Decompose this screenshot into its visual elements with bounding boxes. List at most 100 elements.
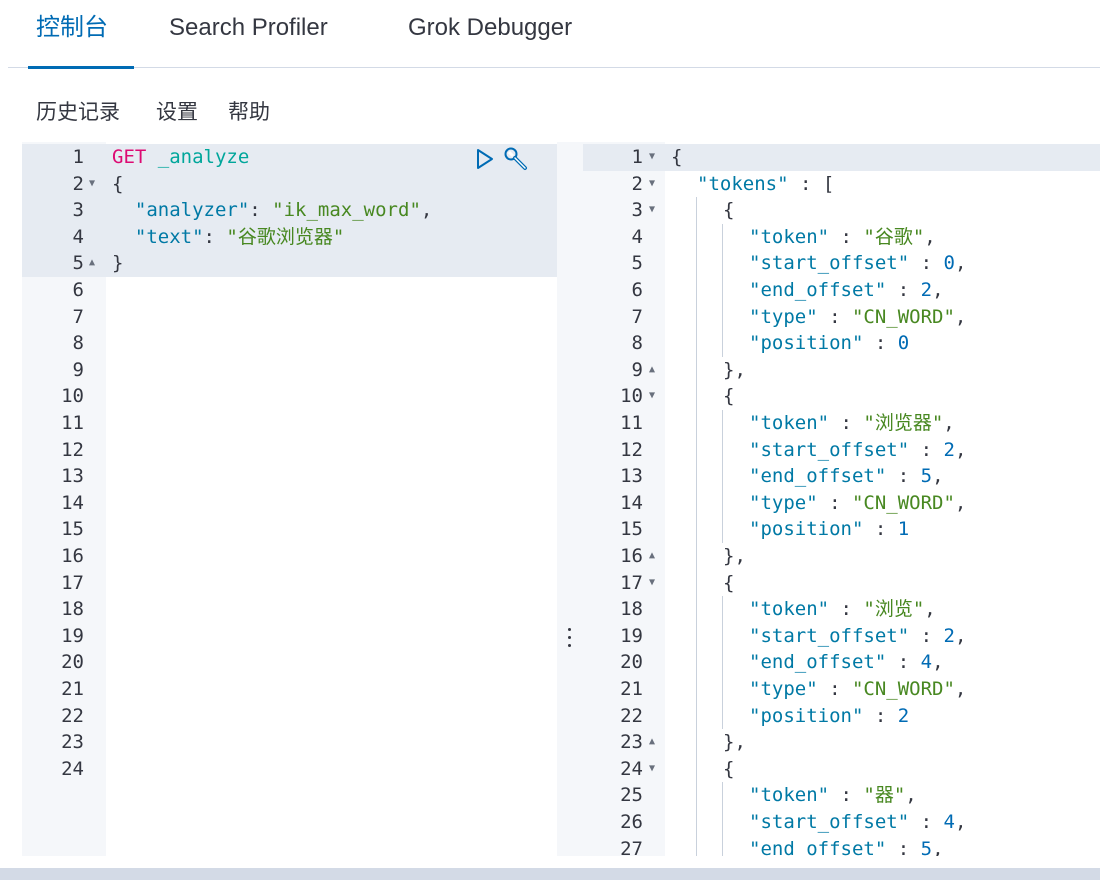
tab-grok-debugger[interactable]: Grok Debugger <box>408 0 572 68</box>
wrench-icon[interactable] <box>503 146 531 172</box>
line-number: 6 <box>631 279 643 301</box>
line-number: 12 <box>61 438 84 461</box>
response-line: }, <box>723 543 746 570</box>
indent-guide <box>722 782 723 856</box>
line-number: 6 <box>72 279 84 301</box>
play-icon[interactable] <box>475 148 495 170</box>
token-value: "器" <box>863 784 906 807</box>
response-row: 25 <box>583 782 665 809</box>
request-row: 22 <box>22 703 106 730</box>
fold-down-icon[interactable]: ▼ <box>649 756 655 783</box>
end_offset-value: 2 <box>920 279 933 301</box>
line-number: 19 <box>61 624 84 647</box>
request-row: 17 <box>22 570 106 597</box>
end_offset-value: 4 <box>920 651 933 674</box>
indent-guide <box>696 197 697 856</box>
line-number: 8 <box>72 332 84 355</box>
punctuation: , <box>943 412 955 434</box>
punctuation: , <box>905 784 917 807</box>
analyzer-value: "ik_max_word" <box>272 199 421 222</box>
line-number: 9 <box>72 358 84 381</box>
line-number: 7 <box>72 305 84 328</box>
start_offset-value: 4 <box>943 811 955 833</box>
response-line: "end_offset" : 4, <box>749 649 944 676</box>
request-row: 12 <box>22 437 106 464</box>
fold-up-icon[interactable]: ▲ <box>649 729 655 756</box>
top-tab-bar: 控制台 Search Profiler Grok Debugger <box>8 0 1100 69</box>
position-key: "position" <box>749 518 864 541</box>
response-line: }, <box>723 729 746 756</box>
type-key: "type" <box>749 678 818 700</box>
response-row: 24 ▼ <box>583 756 665 783</box>
response-line: { <box>671 144 682 171</box>
token-key: "token" <box>749 598 830 621</box>
position-value: 1 <box>897 518 910 541</box>
request-row: 16 <box>22 543 106 570</box>
punctuation: : <box>817 491 852 514</box>
tab-search-profiler[interactable]: Search Profiler <box>169 0 328 68</box>
response-row: 8 <box>583 330 665 357</box>
line-number: 27 <box>620 837 643 856</box>
response-row: 21 <box>583 676 665 703</box>
punctuation: : <box>909 252 944 275</box>
fold-down-icon[interactable]: ▼ <box>89 171 95 198</box>
pane-splitter[interactable] <box>557 142 583 856</box>
fold-up-icon[interactable]: ▲ <box>649 543 655 570</box>
punctuation: : [ <box>788 172 835 195</box>
response-row: 27 <box>583 836 665 856</box>
tokens-key: "tokens" <box>697 172 789 195</box>
response-row: 9 ▲ <box>583 357 665 384</box>
punctuation: , <box>924 225 936 248</box>
response-line: { <box>723 383 734 410</box>
punctuation: : <box>909 811 944 833</box>
response-line: { <box>723 756 734 783</box>
start_offset-key: "start_offset" <box>749 252 910 275</box>
line-number: 5 <box>72 252 84 275</box>
response-line: "token" : "浏览器", <box>749 410 955 437</box>
fold-up-icon[interactable]: ▲ <box>649 357 655 384</box>
position-value: 0 <box>897 332 910 355</box>
fold-down-icon[interactable]: ▼ <box>649 144 655 171</box>
response-line: }, <box>723 357 746 384</box>
request-row: 19 <box>22 623 106 650</box>
request-row: 7 <box>22 304 106 331</box>
fold-down-icon[interactable]: ▼ <box>649 171 655 198</box>
horizontal-scrollbar[interactable] <box>0 868 1100 880</box>
line-number: 24 <box>620 757 643 780</box>
fold-down-icon[interactable]: ▼ <box>649 570 655 597</box>
line-number: 19 <box>620 624 643 647</box>
line-number: 5 <box>631 252 643 275</box>
fold-down-icon[interactable]: ▼ <box>649 197 655 224</box>
help-menu-item[interactable]: 帮助 <box>228 96 270 126</box>
brace-close: }, <box>723 358 746 381</box>
brace-close: }, <box>723 545 746 567</box>
punctuation: : <box>829 598 864 621</box>
request-editor[interactable]: 1 2 ▼ 3 4 5 ▲ 6 7 8 9 10 11 12 13 14 15 16 17 18 19 20 21 22 23 2… <box>22 142 557 856</box>
punctuation: : <box>886 651 921 674</box>
tab-console[interactable]: 控制台 <box>28 0 134 69</box>
end_offset-value: 5 <box>920 837 933 856</box>
end_offset-key: "end_offset" <box>749 837 887 856</box>
settings-menu-item[interactable]: 设置 <box>156 96 198 126</box>
request-line-3: "analyzer": "ik_max_word", <box>134 199 433 222</box>
line-number: 4 <box>72 225 84 248</box>
fold-up-icon[interactable]: ▲ <box>89 250 95 277</box>
response-row: 20 <box>583 649 665 676</box>
end_offset-value: 5 <box>920 465 933 488</box>
line-number: 1 <box>72 146 84 168</box>
start_offset-value: 2 <box>943 624 955 647</box>
line-number: 22 <box>61 704 84 727</box>
response-row: 5 <box>583 250 665 277</box>
drag-handle-icon[interactable] <box>568 628 572 650</box>
history-menu-item[interactable]: 历史记录 <box>36 96 120 126</box>
punctuation: , <box>954 305 967 328</box>
response-row: 19 <box>583 623 665 650</box>
response-editor[interactable]: 1 ▼ 2 ▼ 3 ▼ 4 5 6 7 8 9 ▲ 10 ▼ 11 12 13 14 15 16 ▲ 17 ▼ 18 19 20 21… <box>583 142 1100 856</box>
line-number: 2 <box>72 172 84 195</box>
fold-down-icon[interactable]: ▼ <box>649 383 655 410</box>
token-key: "token" <box>749 225 830 248</box>
punctuation: : <box>829 412 864 434</box>
token-key: "token" <box>749 784 830 807</box>
response-row: 15 <box>583 516 665 543</box>
left-edge <box>0 142 22 856</box>
